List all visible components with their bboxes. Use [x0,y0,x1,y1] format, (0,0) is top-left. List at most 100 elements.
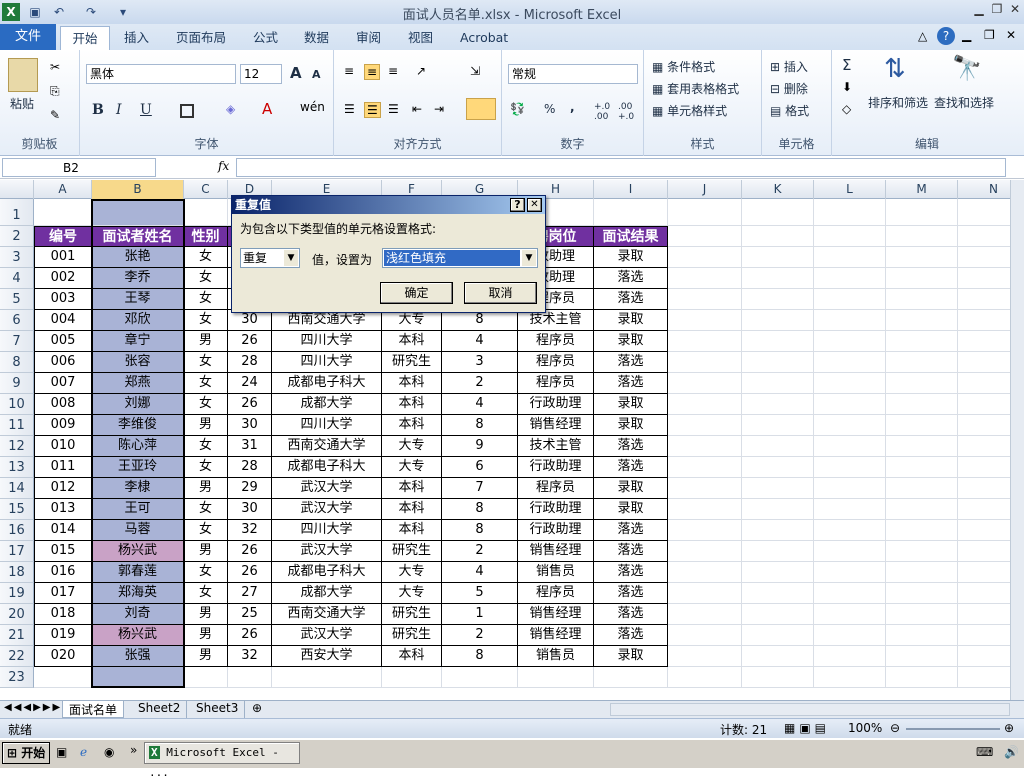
grid-cell[interactable] [668,247,742,268]
table-cell[interactable]: 王亚玲 [92,457,184,478]
doc-minimize-icon[interactable]: ▁ [962,28,971,42]
table-cell[interactable]: 2 [442,625,518,646]
grid-cell[interactable] [518,667,594,688]
table-cell[interactable]: 003 [34,289,92,310]
table-cell[interactable]: 李棣 [92,478,184,499]
cancel-button[interactable]: 取消 [464,282,537,304]
grid-cell[interactable] [184,199,228,226]
grid-cell[interactable] [742,499,814,520]
grid-cell[interactable] [742,562,814,583]
table-cell[interactable]: 刘娜 [92,394,184,415]
grid-cell[interactable] [958,289,1010,310]
grid-cell[interactable] [958,199,1010,226]
table-cell[interactable]: 007 [34,373,92,394]
table-cell[interactable]: 女 [184,583,228,604]
grid-cell[interactable] [668,331,742,352]
table-cell[interactable]: 8 [442,646,518,667]
grid-cell[interactable] [668,499,742,520]
column-header-B[interactable]: B [92,180,184,199]
table-cell[interactable]: 研究生 [382,625,442,646]
grid-cell[interactable] [886,415,958,436]
table-cell[interactable]: 8 [442,520,518,541]
grid-cell[interactable] [886,625,958,646]
grid-cell[interactable] [668,352,742,373]
merge-center-icon[interactable] [466,98,496,120]
table-cell[interactable]: 陈心萍 [92,436,184,457]
table-cell[interactable]: 行政助理 [518,394,594,415]
grid-cell[interactable] [742,436,814,457]
table-cell[interactable]: 002 [34,268,92,289]
table-cell[interactable]: 男 [184,415,228,436]
doc-close-icon[interactable]: ✕ [1006,28,1016,42]
grid-cell[interactable] [814,247,886,268]
tab-view[interactable]: 视图 [398,26,443,50]
table-cell[interactable]: 武汉大学 [272,625,382,646]
grid-cell[interactable] [958,352,1010,373]
grid-cell[interactable] [886,226,958,247]
grid-cell[interactable] [958,646,1010,667]
sheet-tab[interactable]: Sheet2 [132,701,188,718]
grid-cell[interactable] [742,583,814,604]
table-cell[interactable]: 张强 [92,646,184,667]
table-cell[interactable]: 销售员 [518,646,594,667]
row-header[interactable]: 11 [0,415,34,436]
ok-button[interactable]: 确定 [380,282,453,304]
column-header-M[interactable]: M [886,180,958,199]
grid-cell[interactable] [814,310,886,331]
table-cell[interactable]: 武汉大学 [272,478,382,499]
grid-cell[interactable] [958,541,1010,562]
table-cell[interactable]: 女 [184,289,228,310]
conditional-format-button[interactable]: ▦ 条件格式 [652,58,715,75]
grid-cell[interactable] [668,373,742,394]
grid-cell[interactable] [958,457,1010,478]
row-header[interactable]: 7 [0,331,34,352]
grid-cell[interactable] [958,625,1010,646]
grid-cell[interactable] [814,457,886,478]
grid-cell[interactable] [668,667,742,688]
grid-cell[interactable] [668,457,742,478]
table-cell[interactable]: 005 [34,331,92,352]
table-cell[interactable]: 26 [228,394,272,415]
grid-cell[interactable] [742,415,814,436]
table-cell[interactable]: 7 [442,478,518,499]
table-cell[interactable]: 2 [442,541,518,562]
sheet-tab-active[interactable]: 面试名单 [62,701,125,718]
grid-cell[interactable] [958,226,1010,247]
grid-cell[interactable] [668,226,742,247]
table-cell[interactable]: 2 [442,373,518,394]
row-header[interactable]: 4 [0,268,34,289]
tab-data[interactable]: 数据 [294,26,339,50]
row-header[interactable]: 8 [0,352,34,373]
zoom-level[interactable]: 100% [848,721,882,735]
shrink-font-button[interactable]: A [312,68,321,81]
row-header[interactable]: 9 [0,373,34,394]
tab-review[interactable]: 审阅 [346,26,391,50]
grid-cell[interactable] [886,478,958,499]
italic-button[interactable]: I [116,102,122,118]
zoom-slider[interactable] [906,728,1000,730]
grow-font-button[interactable]: A [290,64,302,82]
tab-acrobat[interactable]: Acrobat [450,26,518,50]
grid-cell[interactable] [886,667,958,688]
grid-cell[interactable] [886,457,958,478]
zoom-out-icon[interactable]: ⊖ [890,721,900,735]
table-cell[interactable]: 015 [34,541,92,562]
grid-cell[interactable] [886,583,958,604]
table-cell[interactable]: 武汉大学 [272,541,382,562]
table-header-cell[interactable]: 面试者姓名 [92,226,184,247]
table-cell[interactable]: 女 [184,499,228,520]
grid-cell[interactable] [814,289,886,310]
cut-icon[interactable]: ✂ [50,60,60,74]
sort-filter-button[interactable]: 排序和筛选 [868,94,928,111]
grid-cell[interactable] [886,310,958,331]
grid-cell[interactable] [228,667,272,688]
table-cell[interactable]: 成都大学 [272,394,382,415]
tab-insert[interactable]: 插入 [114,26,159,50]
row-header[interactable]: 20 [0,604,34,625]
table-cell[interactable]: 本科 [382,646,442,667]
table-cell[interactable]: 男 [184,541,228,562]
table-cell[interactable]: 马蓉 [92,520,184,541]
table-cell[interactable]: 技术主管 [518,310,594,331]
table-cell[interactable]: 020 [34,646,92,667]
horizontal-scrollbar[interactable] [610,703,1010,716]
